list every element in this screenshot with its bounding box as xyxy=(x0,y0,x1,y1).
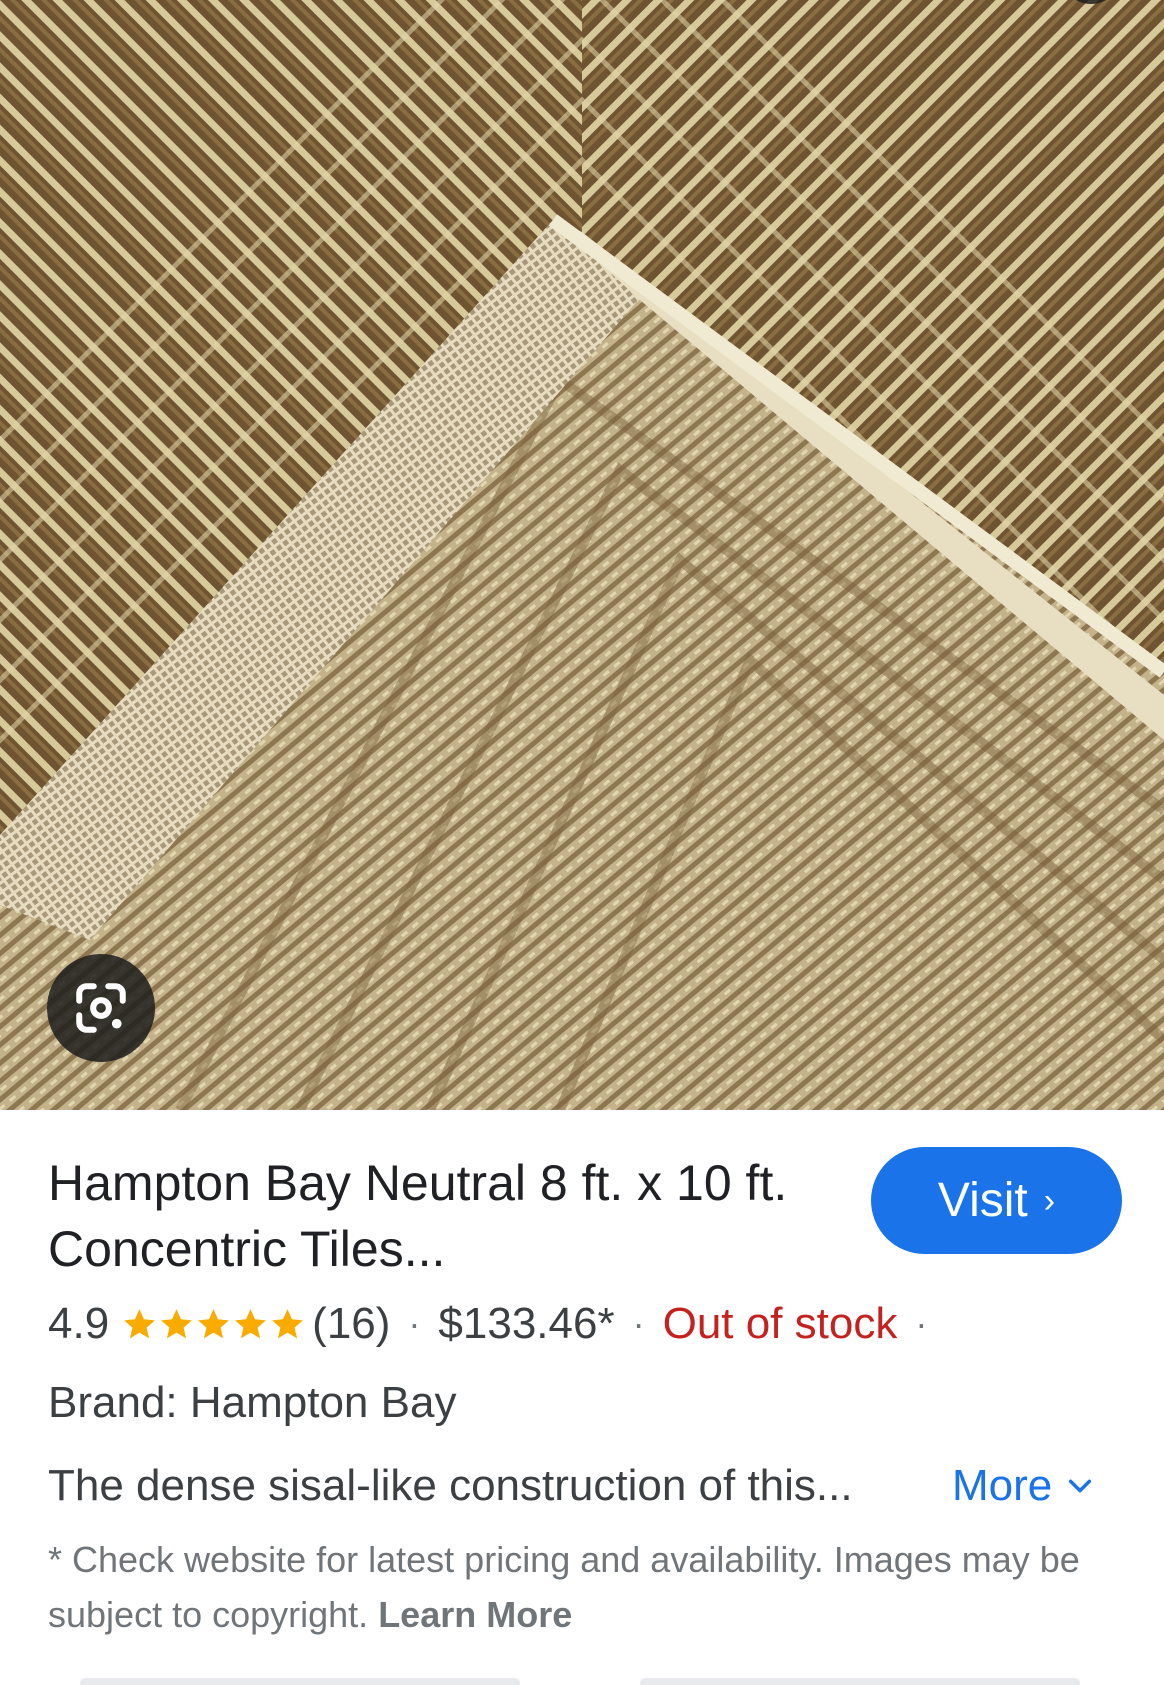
google-lens-icon xyxy=(76,983,126,1033)
star-rating xyxy=(121,1306,306,1343)
star-icon xyxy=(198,1308,230,1338)
rating-value: 4.9 xyxy=(48,1299,110,1348)
chevron-down-icon xyxy=(1069,1479,1092,1493)
stock-status: Out of stock xyxy=(662,1299,898,1348)
visit-button[interactable]: Visit › xyxy=(871,1147,1122,1254)
brand-label: Brand: Hampton Bay xyxy=(48,1378,457,1427)
review-count[interactable]: (16) xyxy=(312,1299,390,1349)
google-lens-button[interactable] xyxy=(47,954,155,1062)
rating-price-row: 4.9 (16) · $133.46* · Out of stock · xyxy=(48,1294,945,1354)
separator: · xyxy=(408,1303,421,1344)
rug-photo xyxy=(0,0,1164,1110)
product-info-panel: Hampton Bay Neutral 8 ft. x 10 ft. Conce… xyxy=(0,1110,1164,1685)
separator: · xyxy=(915,1303,928,1344)
price: $133.46* xyxy=(438,1299,615,1348)
description-row: The dense sisal-like construction of thi… xyxy=(48,1456,1128,1516)
star-icon xyxy=(161,1308,193,1338)
separator: · xyxy=(632,1303,645,1344)
more-label: More xyxy=(952,1461,1053,1510)
product-title[interactable]: Hampton Bay Neutral 8 ft. x 10 ft. Conce… xyxy=(48,1150,828,1282)
more-button[interactable]: More xyxy=(952,1456,1094,1516)
star-icon xyxy=(124,1308,156,1338)
star-icon xyxy=(235,1308,267,1338)
visit-label: Visit xyxy=(937,1174,1028,1227)
next-card-hint xyxy=(640,1678,1080,1685)
product-image[interactable] xyxy=(0,0,1164,1110)
learn-more-link[interactable]: Learn More xyxy=(378,1594,572,1635)
product-description: The dense sisal-like construction of thi… xyxy=(48,1461,853,1510)
chevron-right-icon: › xyxy=(1043,1181,1056,1220)
next-card-hint xyxy=(80,1678,520,1685)
disclaimer: * Check website for latest pricing and a… xyxy=(48,1532,1128,1642)
star-icon xyxy=(272,1308,304,1338)
